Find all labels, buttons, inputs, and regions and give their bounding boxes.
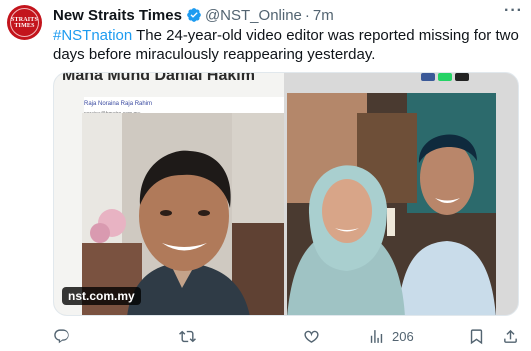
man-portrait-illustration bbox=[82, 113, 284, 315]
logo-text-line2: TIMES bbox=[14, 22, 35, 29]
share-icon bbox=[504, 329, 517, 343]
article-headline: Mana Muhd Danial Hakim bbox=[62, 72, 255, 84]
tweet-text: #NSTnation The 24-year-old video editor … bbox=[53, 26, 523, 64]
tweet-media-image[interactable]: Mana Muhd Danial Hakim Raja Noraina Raja… bbox=[53, 72, 519, 316]
views-count: 206 bbox=[392, 328, 414, 344]
couple-selfie-illustration bbox=[287, 93, 496, 315]
whatsapp-share-icon bbox=[438, 73, 452, 81]
source-watermark: nst.com.my bbox=[62, 287, 141, 305]
x-share-icon bbox=[455, 73, 469, 81]
author-name[interactable]: New Straits Times bbox=[53, 7, 182, 24]
verified-badge-icon[interactable] bbox=[186, 7, 202, 23]
tweet-actions: 206 bbox=[53, 326, 519, 346]
repost-icon bbox=[179, 330, 196, 342]
share-buttons bbox=[421, 73, 471, 81]
reply-icon bbox=[54, 328, 69, 343]
bookmark-icon bbox=[470, 328, 483, 344]
nst-logo: STRAITS TIMES bbox=[10, 8, 39, 37]
man-portrait-photo bbox=[82, 113, 284, 315]
article-screenshot: Mana Muhd Danial Hakim Raja Noraina Raja… bbox=[54, 72, 284, 315]
more-options-icon[interactable]: ··· bbox=[504, 2, 523, 20]
views-button[interactable]: 206 bbox=[368, 326, 414, 346]
timestamp[interactable]: 7m bbox=[313, 7, 334, 24]
avatar[interactable]: STRAITS TIMES bbox=[7, 5, 42, 40]
heart-icon bbox=[304, 330, 319, 343]
hashtag-link[interactable]: #NSTnation bbox=[53, 27, 132, 44]
facebook-share-icon bbox=[421, 73, 435, 81]
bookmark-button[interactable] bbox=[468, 326, 485, 346]
article-byline: Raja Noraina Raja Rahim bbox=[84, 101, 153, 107]
author-handle[interactable]: @NST_Online bbox=[205, 7, 302, 24]
reply-button[interactable] bbox=[53, 326, 70, 346]
views-chart-icon bbox=[370, 329, 383, 343]
tweet-header: New Straits Times @NST_Online · 7m ··· bbox=[53, 2, 523, 25]
like-button[interactable] bbox=[303, 326, 320, 346]
couple-selfie-photo bbox=[287, 93, 496, 315]
repost-button[interactable] bbox=[179, 326, 196, 346]
separator-dot: · bbox=[304, 6, 310, 24]
share-button[interactable] bbox=[502, 326, 519, 346]
